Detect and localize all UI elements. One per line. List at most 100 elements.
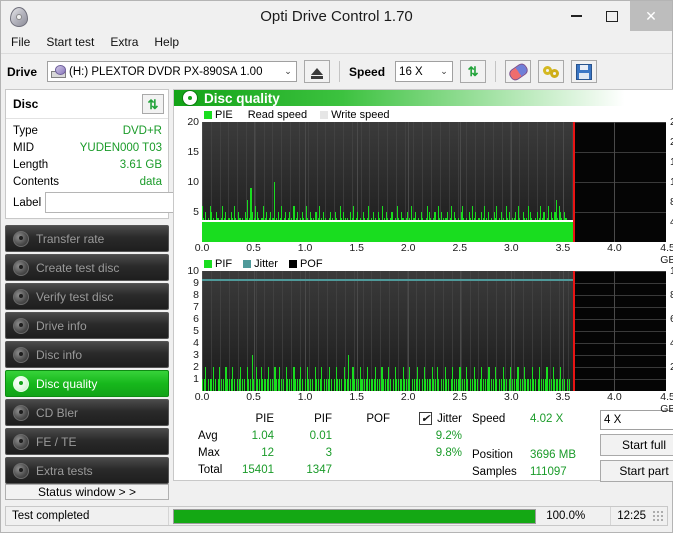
disc-icon: [13, 405, 29, 421]
jitter-checkbox[interactable]: ✔: [419, 412, 432, 425]
x-tick-label: 1.0: [298, 242, 313, 254]
disc-row-length: Length 3.61 GB: [13, 156, 162, 173]
maximize-button[interactable]: [594, 1, 630, 31]
disc-label-label: Label: [13, 197, 41, 209]
sidebar-item-disc-info[interactable]: Disc info: [5, 341, 169, 368]
legend-label: Read speed: [248, 109, 307, 121]
data-bar: [310, 379, 311, 391]
data-bar: [270, 379, 271, 391]
data-bar: [527, 379, 528, 391]
data-bar: [441, 379, 442, 391]
legend-label: POF: [300, 258, 323, 270]
legend-label: Write speed: [331, 109, 390, 121]
scan-speed-value: 4 X: [604, 414, 673, 426]
menu-item-help[interactable]: Help: [154, 35, 179, 49]
data-bar: [371, 379, 372, 391]
menu-item-extra[interactable]: Extra: [110, 35, 138, 49]
data-bar: [329, 367, 330, 391]
stats-header-row: PIE PIF POF ✔ Jitter: [180, 410, 472, 427]
data-bar: [326, 379, 327, 391]
stats-row-label: Total: [180, 464, 224, 476]
stats-col-pif: PIF: [282, 413, 340, 425]
data-bar: [549, 379, 550, 391]
data-bar: [321, 367, 322, 391]
data-bar: [448, 379, 449, 391]
menu-item-file[interactable]: File: [11, 35, 30, 49]
data-bar: [481, 367, 482, 391]
sidebar-item-drive-info[interactable]: Drive info: [5, 312, 169, 339]
capsule-button[interactable]: [505, 60, 531, 83]
eject-button[interactable]: [304, 60, 330, 83]
data-bar: [443, 379, 444, 391]
x-tick-label: 0.0: [195, 391, 210, 403]
data-bar: [242, 379, 243, 391]
sidebar-item-fe-te[interactable]: FE / TE: [5, 428, 169, 455]
drive-select-value: (H:) PLEXTOR DVDR PX-890SA 1.00: [69, 66, 282, 78]
data-bar: [334, 379, 335, 391]
stats-speed-row: Speed 4.02 X: [472, 410, 600, 427]
start-full-button[interactable]: Start full: [600, 434, 673, 456]
minimize-button[interactable]: [558, 1, 594, 31]
stats-max-jitter: 9.8%: [398, 447, 468, 459]
stats-table: PIE PIF POF ✔ Jitter Avg 1.04 0.01 9.2%: [180, 410, 472, 482]
disc-icon: [13, 289, 29, 305]
disc-type-value: DVD+R: [123, 125, 162, 137]
data-bar: [475, 379, 476, 391]
disc-length-value: 3.61 GB: [120, 159, 162, 171]
data-bar: [300, 367, 301, 391]
y-tick-label: 7: [193, 301, 199, 313]
disc-icon: [13, 434, 29, 450]
sidebar-item-cd-bler[interactable]: CD Bler: [5, 399, 169, 426]
resize-grip-icon[interactable]: [652, 510, 664, 522]
menu-item-start-test[interactable]: Start test: [46, 35, 94, 49]
pif-plot[interactable]: [202, 271, 666, 391]
data-bar: [393, 379, 394, 391]
stats-row-label: Max: [180, 447, 224, 459]
stats-row-avg: Avg 1.04 0.01 9.2%: [180, 427, 472, 444]
data-bar: [512, 379, 513, 391]
drive-select[interactable]: (H:) PLEXTOR DVDR PX-890SA 1.00 ⌄: [47, 61, 297, 82]
sidebar-item-create-test-disc[interactable]: Create test disc: [5, 254, 169, 281]
data-bar: [202, 379, 203, 391]
data-bar: [364, 379, 365, 391]
sidebar-item-disc-quality[interactable]: Disc quality: [5, 370, 169, 397]
sidebar-item-transfer-rate[interactable]: Transfer rate: [5, 225, 169, 252]
x-tick-label: 4.0: [607, 391, 622, 403]
disc-type-label: Type: [13, 125, 38, 137]
speed-select[interactable]: 16 X ⌄: [395, 61, 453, 82]
stats-speed-label: Speed: [472, 413, 530, 425]
data-bar: [429, 379, 430, 391]
data-bar: [350, 379, 351, 391]
disc-length-label: Length: [13, 159, 48, 171]
title-bar: Opti Drive Control 1.70 ✕: [1, 1, 672, 31]
tools-button[interactable]: [538, 60, 564, 83]
legend-pif: PIF: [204, 258, 232, 270]
close-button[interactable]: ✕: [630, 1, 672, 31]
data-bar: [554, 379, 555, 391]
stats-row-max: Max 12 3 9.8%: [180, 444, 472, 461]
data-bar: [398, 379, 399, 391]
jitter-line: [202, 279, 573, 281]
data-bar: [472, 379, 473, 391]
legend-pof: POF: [289, 258, 323, 270]
data-bar: [504, 379, 505, 391]
menu-bar: File Start test Extra Help: [1, 31, 672, 54]
content-area: Disc ⇅ Type DVD+R MID YUDEN000 T03: [1, 89, 672, 481]
refresh-button[interactable]: ⇅: [460, 60, 486, 83]
sidebar-item-verify-test-disc[interactable]: Verify test disc: [5, 283, 169, 310]
y-tick-label: 5: [193, 325, 199, 337]
status-window-button[interactable]: Status window > >: [5, 484, 169, 500]
speed-label: Speed: [349, 65, 385, 79]
start-part-button[interactable]: Start part: [600, 460, 673, 482]
x-tick-label: 2.0: [401, 242, 416, 254]
save-button[interactable]: [571, 60, 597, 83]
floppy-save-icon: [576, 64, 592, 80]
disc-refresh-button[interactable]: ⇅: [142, 94, 164, 114]
pie-plot[interactable]: [202, 122, 666, 242]
data-bar: [569, 379, 570, 391]
data-bar: [452, 367, 453, 391]
x-tick-label: 2.5: [452, 242, 467, 254]
sidebar-item-extra-tests[interactable]: Extra tests: [5, 457, 169, 484]
y-tick-label: 15: [187, 146, 199, 158]
data-bar: [485, 379, 486, 391]
